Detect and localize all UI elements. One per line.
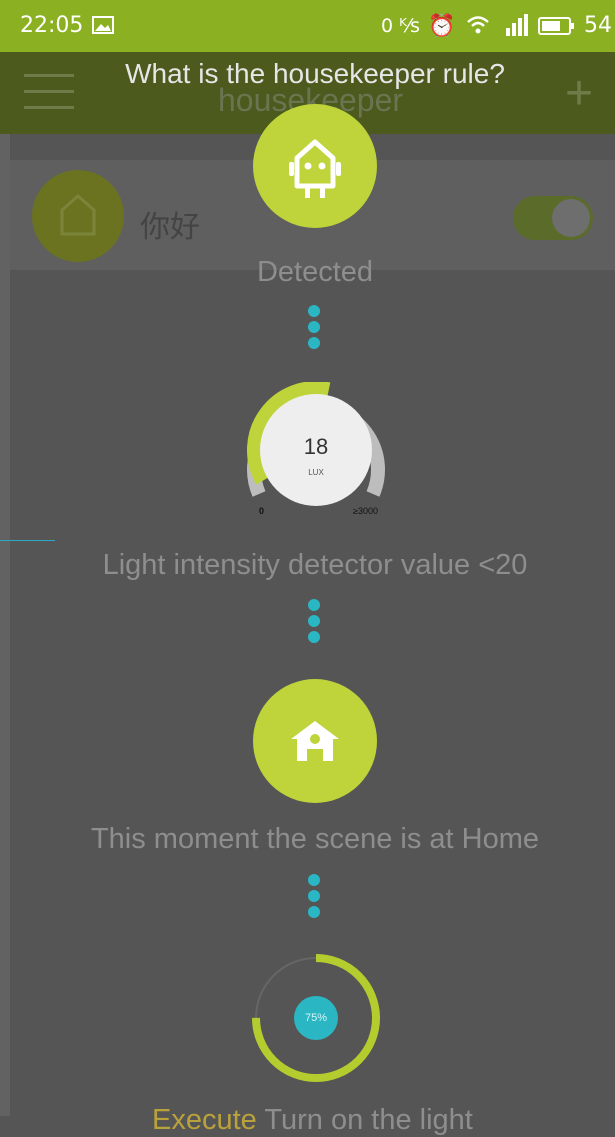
home-robot-icon: [60, 194, 96, 236]
step-scene-label: This moment the scene is at Home: [90, 823, 540, 855]
scene-step-circle: [253, 679, 377, 803]
gauge-min: 0: [259, 506, 265, 516]
light-gauge: 18 LUX 0 ≥3000: [241, 381, 391, 522]
battery-icon: [538, 17, 574, 35]
status-time: 22:05: [20, 13, 84, 38]
gauge-value: 18: [303, 434, 329, 459]
battery-level: 54: [584, 13, 612, 38]
execute-accent: Execute: [152, 1104, 257, 1136]
step-detected-label: Detected: [256, 256, 374, 288]
net-speed: 0 ᴷ⁄s: [381, 15, 421, 37]
progress-percent: 75%: [294, 996, 338, 1040]
wifi-icon: [467, 16, 489, 34]
image-icon: [92, 16, 114, 34]
overlay-title: What is the housekeeper rule?: [125, 58, 505, 89]
step-execute-label: Execute Turn on the light: [152, 1104, 473, 1137]
execute-action: Turn on the light: [264, 1104, 473, 1136]
detect-step-circle: [253, 104, 377, 228]
robot-icon: [289, 139, 341, 198]
background-toggle: [513, 196, 593, 240]
background-item-name: 你好: [140, 210, 200, 245]
alarm-icon: ⏰: [428, 14, 456, 39]
status-bar: 22:05 0 ᴷ⁄s ⏰ 54: [0, 0, 615, 52]
step-light-label: Light intensity detector value <20: [102, 549, 528, 581]
connector-dots: [308, 599, 322, 647]
connector-dots: [308, 874, 322, 922]
gauge-max: ≥3000: [353, 506, 378, 516]
divider: [0, 540, 55, 541]
gauge-unit: LUX: [308, 468, 324, 477]
connector-dots: [308, 305, 322, 353]
avatar: [32, 170, 124, 262]
progress-ring: 75%: [248, 950, 384, 1086]
signal-icon: [506, 14, 528, 36]
home-icon: [291, 721, 339, 761]
